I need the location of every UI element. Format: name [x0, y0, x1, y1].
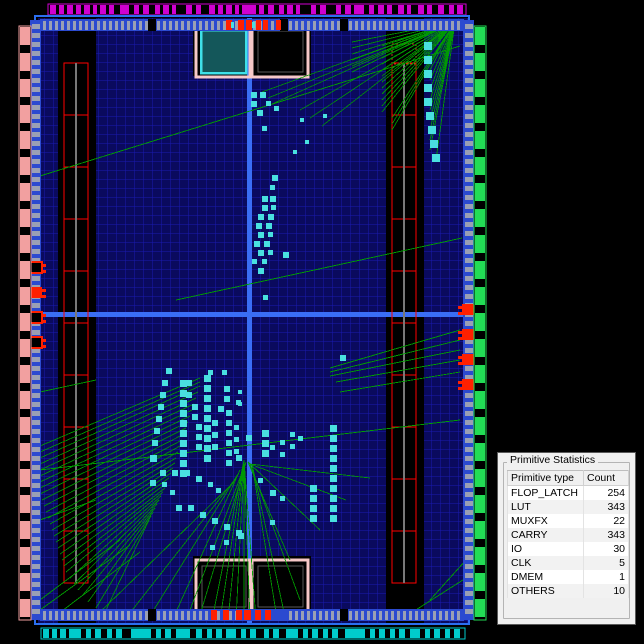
io-pad-bank-right [473, 25, 487, 621]
table-row[interactable]: OTHERS 10 [507, 584, 629, 598]
io-pad-bank-top [47, 3, 467, 16]
cell-count: 22 [583, 514, 629, 528]
table-header-row: Primitive type Count [507, 470, 629, 486]
cell-primitive-type: FLOP_LATCH [507, 485, 584, 500]
column-header-count[interactable]: Count [583, 470, 629, 486]
table-row[interactable]: FLOP_LATCH 254 [507, 485, 629, 500]
io-cell-row-bottom [40, 609, 464, 621]
cell-count: 254 [583, 485, 629, 500]
clock-block-bottom-left[interactable] [194, 558, 252, 614]
clock-block-bottom-right[interactable] [250, 558, 310, 614]
table-row[interactable]: LUT 343 [507, 500, 629, 514]
cell-count: 30 [583, 542, 629, 556]
clock-block-top-selected[interactable] [194, 23, 252, 79]
io-cell-row-top [40, 19, 464, 31]
bram-spine-right [403, 63, 405, 583]
table-row[interactable]: DMEM 1 [507, 570, 629, 584]
cell-primitive-type: CLK [507, 556, 584, 570]
cell-count: 10 [583, 584, 629, 598]
primitive-statistics-table[interactable]: Primitive type Count FLOP_LATCH 254 LUT … [507, 470, 629, 598]
device-fabric [38, 18, 468, 623]
table-row[interactable]: IO 30 [507, 542, 629, 556]
cell-primitive-type: CARRY [507, 528, 584, 542]
cell-count: 343 [583, 500, 629, 514]
table-row[interactable]: CLK 5 [507, 556, 629, 570]
bram-spine-left [75, 63, 77, 583]
cell-count: 343 [583, 528, 629, 542]
cell-count: 1 [583, 570, 629, 584]
table-row[interactable]: MUXFX 22 [507, 514, 629, 528]
fpga-device-view-window: Primitive Statistics Primitive type Coun… [0, 0, 644, 644]
primitive-statistics-title: Primitive Statistics [507, 455, 599, 466]
primitive-statistics-panel[interactable]: Primitive Statistics Primitive type Coun… [497, 452, 636, 625]
cell-count: 5 [583, 556, 629, 570]
io-pad-bank-bottom [40, 627, 466, 640]
io-pad-bank-left [18, 25, 32, 621]
table-row[interactable]: CARRY 343 [507, 528, 629, 542]
cell-primitive-type: OTHERS [507, 584, 584, 598]
column-header-primitive-type[interactable]: Primitive type [507, 470, 584, 486]
cell-primitive-type: MUXFX [507, 514, 584, 528]
cell-primitive-type: LUT [507, 500, 584, 514]
clock-block-top-right[interactable] [250, 23, 310, 79]
cell-primitive-type: DMEM [507, 570, 584, 584]
cell-primitive-type: IO [507, 542, 584, 556]
